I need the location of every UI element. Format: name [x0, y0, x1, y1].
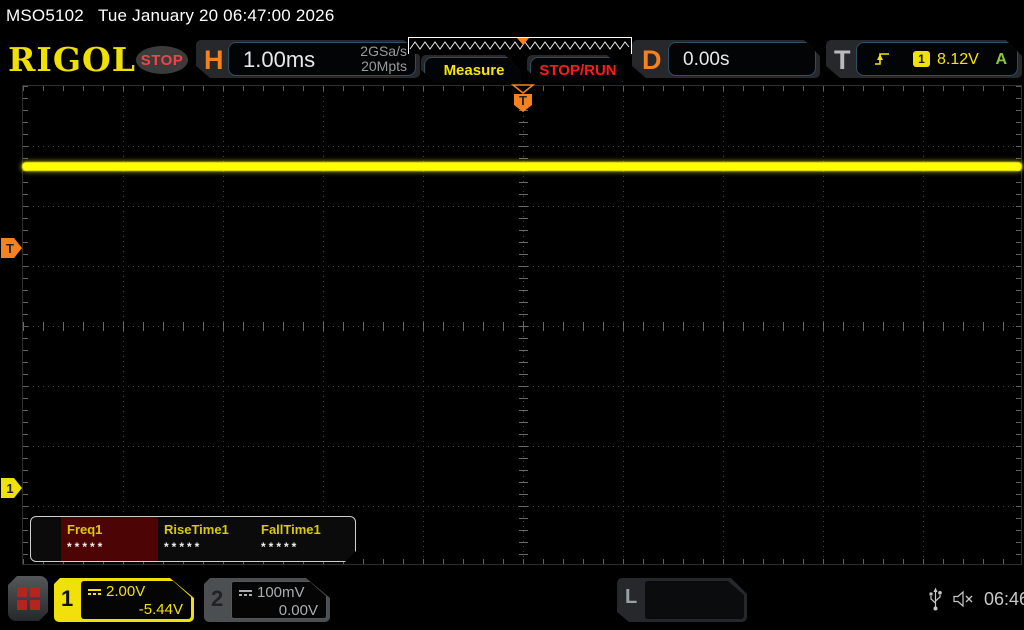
measurement-freq1[interactable]: Freq1 *****: [61, 517, 158, 561]
measurement-label: Freq1: [67, 522, 103, 537]
logic-label: L: [625, 586, 638, 608]
channel1-trace: [22, 162, 1022, 171]
memory-depth: 20Mpts: [361, 58, 407, 74]
measurement-value: *****: [261, 540, 300, 554]
center-horizontal-axis: [23, 322, 1021, 331]
trigger-label: T: [834, 45, 851, 75]
trigger-level-value: 8.12V: [937, 51, 979, 68]
overview-position-marker-icon[interactable]: [517, 38, 529, 45]
timebase-box: 1.00ms 2GSa/s 20Mpts: [228, 42, 416, 76]
logic-channels-badge[interactable]: L 0 1 2 3 4 5 6 7 8 9 10 11 12 13 14 15: [617, 578, 747, 622]
channel2-settings: 100mV 0.00V: [231, 581, 327, 619]
trigger-level-marker-label: T: [6, 241, 14, 256]
stop-run-button-label: STOP/RUN: [530, 57, 626, 84]
oscilloscope-screen: MSO5102 Tue January 20 06:47:00 2026 RIGO…: [0, 0, 1024, 630]
rising-edge-trigger-icon: [873, 51, 891, 67]
horizontal-settings-badge[interactable]: H 1.00ms 2GSa/s 20Mpts: [196, 40, 420, 78]
speaker-muted-icon: [953, 590, 973, 608]
channel1-offset-marker-label: 1: [6, 481, 13, 496]
channel1-number: 1: [61, 586, 74, 611]
usb-icon: [929, 587, 942, 611]
datetime-label: Tue January 20 06:47:00 2026: [97, 6, 335, 25]
channel2-scale: 100mV: [257, 584, 305, 601]
waveform-overview-strip[interactable]: [408, 37, 632, 54]
delay-value: 0.00s: [683, 49, 730, 70]
channel1-settings: 2.00V -5.44V: [81, 581, 191, 619]
horizontal-label: H: [204, 45, 224, 75]
graticule: [22, 85, 1022, 565]
measurement-value: *****: [67, 540, 106, 554]
status-bar: MSO5102 Tue January 20 06:47:00 2026: [6, 6, 335, 26]
measurement-label: FallTime1: [261, 522, 321, 537]
logic-channel-list: 0 1 2 3 4 5 6 7 8 9 10 11 12 13 14 15: [645, 581, 744, 619]
delay-label: D: [642, 45, 662, 75]
timebase-value: 1.00ms: [243, 47, 316, 72]
dc-coupling-icon: [88, 589, 101, 595]
channel1-scale: 2.00V: [106, 583, 146, 600]
sample-rate: 2GSa/s: [360, 43, 407, 59]
dc-coupling-icon: [239, 590, 252, 596]
trigger-source-badge: 1: [913, 51, 930, 67]
acquisition-info: 2GSa/s 20Mpts: [360, 44, 407, 74]
trigger-box: 1 8.12V A: [856, 42, 1018, 76]
system-clock: 06:46: [984, 588, 1024, 609]
delay-badge[interactable]: D 0.00s: [632, 40, 820, 78]
menu-grid-button[interactable]: [8, 576, 48, 621]
trigger-badge[interactable]: T 1 8.12V A: [826, 40, 1022, 78]
measure-button[interactable]: Measure: [421, 55, 521, 82]
channel1-badge[interactable]: 1 2.00V -5.44V: [54, 578, 194, 622]
measurement-falltime1[interactable]: FallTime1 *****: [255, 517, 352, 561]
delay-box: 0.00s: [668, 42, 816, 76]
model-label: MSO5102: [6, 6, 84, 25]
trigger-position-marker[interactable]: T: [511, 84, 535, 114]
channel2-badge[interactable]: 2 100mV 0.00V: [204, 578, 330, 622]
stop-run-button[interactable]: STOP/RUN: [527, 55, 623, 82]
logic-row-1: 0 1 2 3 4 5 6 7: [657, 619, 734, 630]
measure-button-label: Measure: [424, 57, 524, 84]
measurement-panel: Freq1 ***** RiseTime1 ***** FallTime1 **…: [30, 516, 356, 562]
channel1-offset-marker[interactable]: 1: [1, 478, 23, 498]
trigger-position-marker-label: T: [519, 93, 527, 108]
channel2-offset: 0.00V: [278, 602, 318, 619]
trigger-level-marker[interactable]: T: [1, 238, 23, 258]
measurement-label: RiseTime1: [164, 522, 229, 537]
trigger-mode-indicator: A: [995, 51, 1007, 68]
run-state-badge[interactable]: STOP: [136, 46, 188, 74]
measurement-risetime1[interactable]: RiseTime1 *****: [158, 517, 255, 561]
menu-grid-icon: [17, 587, 40, 610]
channel1-offset: -5.44V: [138, 601, 183, 618]
measurement-value: *****: [164, 540, 203, 554]
channel2-number: 2: [211, 586, 224, 611]
rigol-logo: RIGOL: [8, 40, 136, 79]
